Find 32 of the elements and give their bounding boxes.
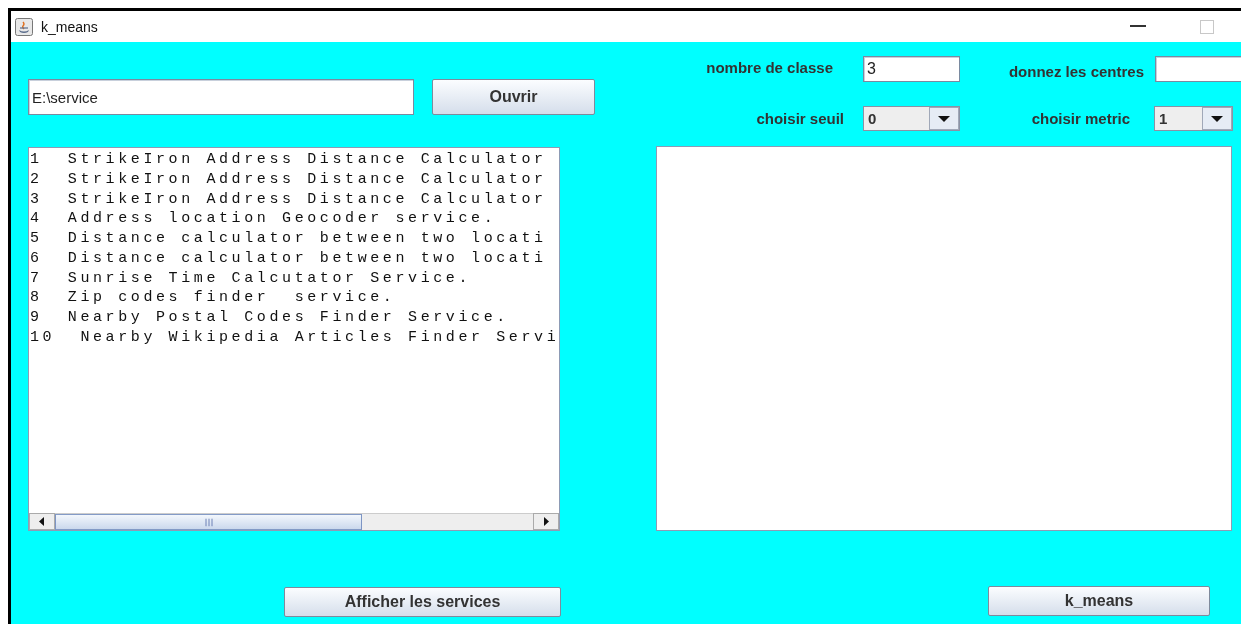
service-line: 7 Sunrise Time Calcutator Service. (30, 268, 472, 289)
parameter-field[interactable]: 3 (863, 56, 960, 82)
service-line: 6 Distance calculator between two locati (30, 248, 547, 269)
dropdown-value: 1 (1158, 108, 1169, 129)
show-services-button[interactable]: Afficher les services (284, 587, 561, 617)
service-line: 5 Distance calculator between two locati (30, 229, 547, 249)
service-line: 1 StrikeIron Address Distance Calculator (30, 150, 547, 170)
scroll-right-icon[interactable] (533, 513, 559, 530)
parameter-label: choisir metric (1030, 109, 1130, 127)
parameter-label: donnez les centres (1007, 62, 1144, 80)
scroll-left-icon[interactable] (29, 513, 55, 530)
parameter-field[interactable] (1155, 56, 1241, 82)
scroll-thumb[interactable] (55, 514, 362, 530)
parameter-dropdown[interactable]: 0 (863, 105, 960, 131)
minimize-icon[interactable] (1130, 25, 1146, 28)
service-line: 2 StrikeIron Address Distance Calculator (30, 169, 547, 190)
service-line: 9 Nearby Postal Codes Finder Service. (30, 308, 509, 328)
java-cup-icon (15, 17, 33, 36)
open-button[interactable]: Ouvrir (432, 79, 595, 115)
services-list[interactable] (28, 147, 560, 531)
k-means-button[interactable]: k_means (988, 586, 1210, 616)
horizontal-scrollbar[interactable] (29, 513, 559, 530)
service-line: 8 Zip codes finder service. (30, 288, 396, 308)
service-line: 4 Address location Geocoder service. (30, 209, 497, 229)
parameter-dropdown[interactable]: 1 (1154, 105, 1233, 131)
service-line: 3 StrikeIron Address Distance Calculator (30, 189, 547, 210)
parameter-label: nombre de classe (705, 58, 833, 76)
parameter-label: choisir seuil (755, 109, 844, 127)
window-title: k_means (41, 18, 98, 35)
dropdown-value: 0 (867, 108, 878, 129)
file-path-field[interactable]: E:\service (28, 79, 414, 115)
service-line: 10 Nearby Wikipedia Articles Finder Servi (30, 327, 559, 348)
